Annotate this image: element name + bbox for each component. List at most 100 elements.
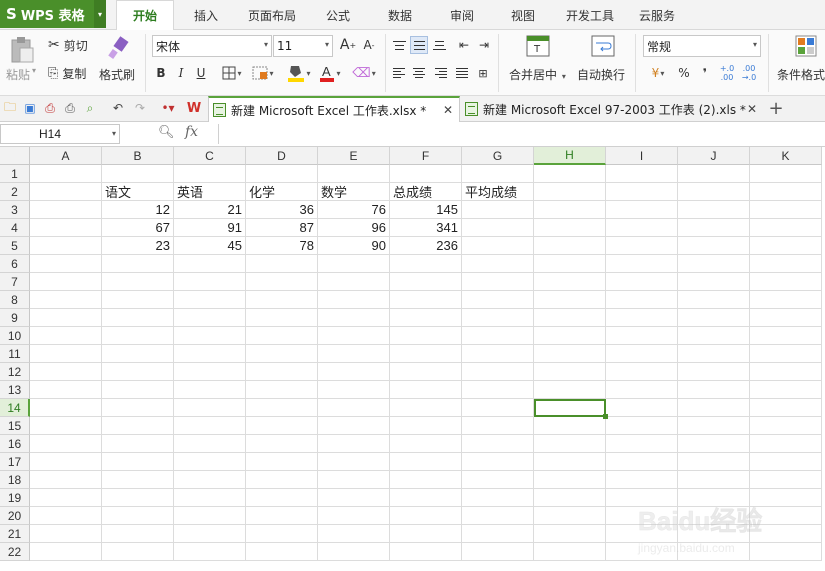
cell-j8[interactable]	[678, 291, 750, 309]
cell-k11[interactable]	[750, 345, 822, 363]
align-middle-icon[interactable]	[410, 36, 428, 54]
align-left-icon[interactable]	[390, 64, 408, 82]
row-header-1[interactable]: 1	[0, 165, 30, 183]
cell-c14[interactable]	[174, 399, 246, 417]
column-header-c[interactable]: C	[174, 147, 246, 165]
cell-g8[interactable]	[462, 291, 534, 309]
cell-b1[interactable]	[102, 165, 174, 183]
cell-k7[interactable]	[750, 273, 822, 291]
row-header-21[interactable]: 21	[0, 525, 30, 543]
cell-a13[interactable]	[30, 381, 102, 399]
cell-b9[interactable]	[102, 309, 174, 327]
cell-d8[interactable]	[246, 291, 318, 309]
cell-i12[interactable]	[606, 363, 678, 381]
align-center-icon[interactable]	[410, 64, 428, 82]
cell-a3[interactable]	[30, 201, 102, 219]
cell-g22[interactable]	[462, 543, 534, 561]
cell-h19[interactable]	[534, 489, 606, 507]
row-header-4[interactable]: 4	[0, 219, 30, 237]
column-header-f[interactable]: F	[390, 147, 462, 165]
cell-i17[interactable]	[606, 453, 678, 471]
cell-e16[interactable]	[318, 435, 390, 453]
cell-d7[interactable]	[246, 273, 318, 291]
row-header-11[interactable]: 11	[0, 345, 30, 363]
cell-f14[interactable]	[390, 399, 462, 417]
cell-c12[interactable]	[174, 363, 246, 381]
row-header-13[interactable]: 13	[0, 381, 30, 399]
zoom-search-icon[interactable]: 🔍︎	[158, 125, 175, 140]
row-header-18[interactable]: 18	[0, 471, 30, 489]
cell-k16[interactable]	[750, 435, 822, 453]
cell-h11[interactable]	[534, 345, 606, 363]
save-icon[interactable]: ▣	[22, 100, 38, 116]
cell-c4[interactable]: 91	[174, 219, 246, 237]
cell-e1[interactable]	[318, 165, 390, 183]
print-preview-icon[interactable]: ⌕	[82, 100, 98, 116]
cell-h13[interactable]	[534, 381, 606, 399]
currency-button[interactable]: ¥ ▾	[644, 64, 672, 82]
cell-h21[interactable]	[534, 525, 606, 543]
cell-f13[interactable]	[390, 381, 462, 399]
bold-icon[interactable]: B	[153, 64, 169, 82]
italic-icon[interactable]: I	[173, 64, 189, 82]
cell-i11[interactable]	[606, 345, 678, 363]
cell-d17[interactable]	[246, 453, 318, 471]
cell-i9[interactable]	[606, 309, 678, 327]
row-header-2[interactable]: 2	[0, 183, 30, 201]
cell-k10[interactable]	[750, 327, 822, 345]
cut-button[interactable]: ✂ 剪切	[48, 36, 88, 54]
conditional-format-button[interactable]	[794, 34, 818, 58]
wrap-text-label[interactable]: 自动换行	[577, 66, 625, 83]
cell-d3[interactable]: 36	[246, 201, 318, 219]
cell-k17[interactable]	[750, 453, 822, 471]
cell-g12[interactable]	[462, 363, 534, 381]
paste-button[interactable]	[6, 34, 38, 66]
cell-style-button[interactable]: ▾	[249, 64, 277, 82]
cell-f7[interactable]	[390, 273, 462, 291]
cell-b20[interactable]	[102, 507, 174, 525]
cell-g14[interactable]	[462, 399, 534, 417]
cell-b17[interactable]	[102, 453, 174, 471]
number-format-select[interactable]: 常规 ▾	[643, 35, 761, 57]
cell-k9[interactable]	[750, 309, 822, 327]
cell-k6[interactable]	[750, 255, 822, 273]
customize-toolbar-icon[interactable]: •▾	[160, 100, 176, 116]
cell-k3[interactable]	[750, 201, 822, 219]
row-header-15[interactable]: 15	[0, 417, 30, 435]
tab-view[interactable]: 视图	[500, 0, 546, 30]
cell-c2[interactable]: 英语	[174, 183, 246, 201]
row-header-7[interactable]: 7	[0, 273, 30, 291]
cell-e7[interactable]	[318, 273, 390, 291]
cell-a11[interactable]	[30, 345, 102, 363]
cell-f4[interactable]: 341	[390, 219, 462, 237]
column-header-i[interactable]: I	[606, 147, 678, 165]
cell-h18[interactable]	[534, 471, 606, 489]
cell-d11[interactable]	[246, 345, 318, 363]
cell-f12[interactable]	[390, 363, 462, 381]
cell-h6[interactable]	[534, 255, 606, 273]
tab-insert[interactable]: 插入	[183, 0, 229, 30]
cell-d12[interactable]	[246, 363, 318, 381]
cell-j5[interactable]	[678, 237, 750, 255]
cell-k8[interactable]	[750, 291, 822, 309]
cell-d13[interactable]	[246, 381, 318, 399]
cell-f20[interactable]	[390, 507, 462, 525]
cell-j15[interactable]	[678, 417, 750, 435]
cell-a15[interactable]	[30, 417, 102, 435]
cell-c17[interactable]	[174, 453, 246, 471]
cell-d15[interactable]	[246, 417, 318, 435]
cell-h2[interactable]	[534, 183, 606, 201]
cell-g10[interactable]	[462, 327, 534, 345]
cell-f2[interactable]: 总成绩	[390, 183, 462, 201]
cell-d14[interactable]	[246, 399, 318, 417]
tab-page-layout[interactable]: 页面布局	[240, 0, 304, 30]
cell-c7[interactable]	[174, 273, 246, 291]
row-header-6[interactable]: 6	[0, 255, 30, 273]
cell-e11[interactable]	[318, 345, 390, 363]
cell-f21[interactable]	[390, 525, 462, 543]
cell-c21[interactable]	[174, 525, 246, 543]
percent-button[interactable]: %	[676, 64, 692, 82]
select-all-corner[interactable]	[0, 147, 30, 165]
cell-j2[interactable]	[678, 183, 750, 201]
clear-format-button[interactable]: ⌫ ▾	[350, 64, 378, 82]
